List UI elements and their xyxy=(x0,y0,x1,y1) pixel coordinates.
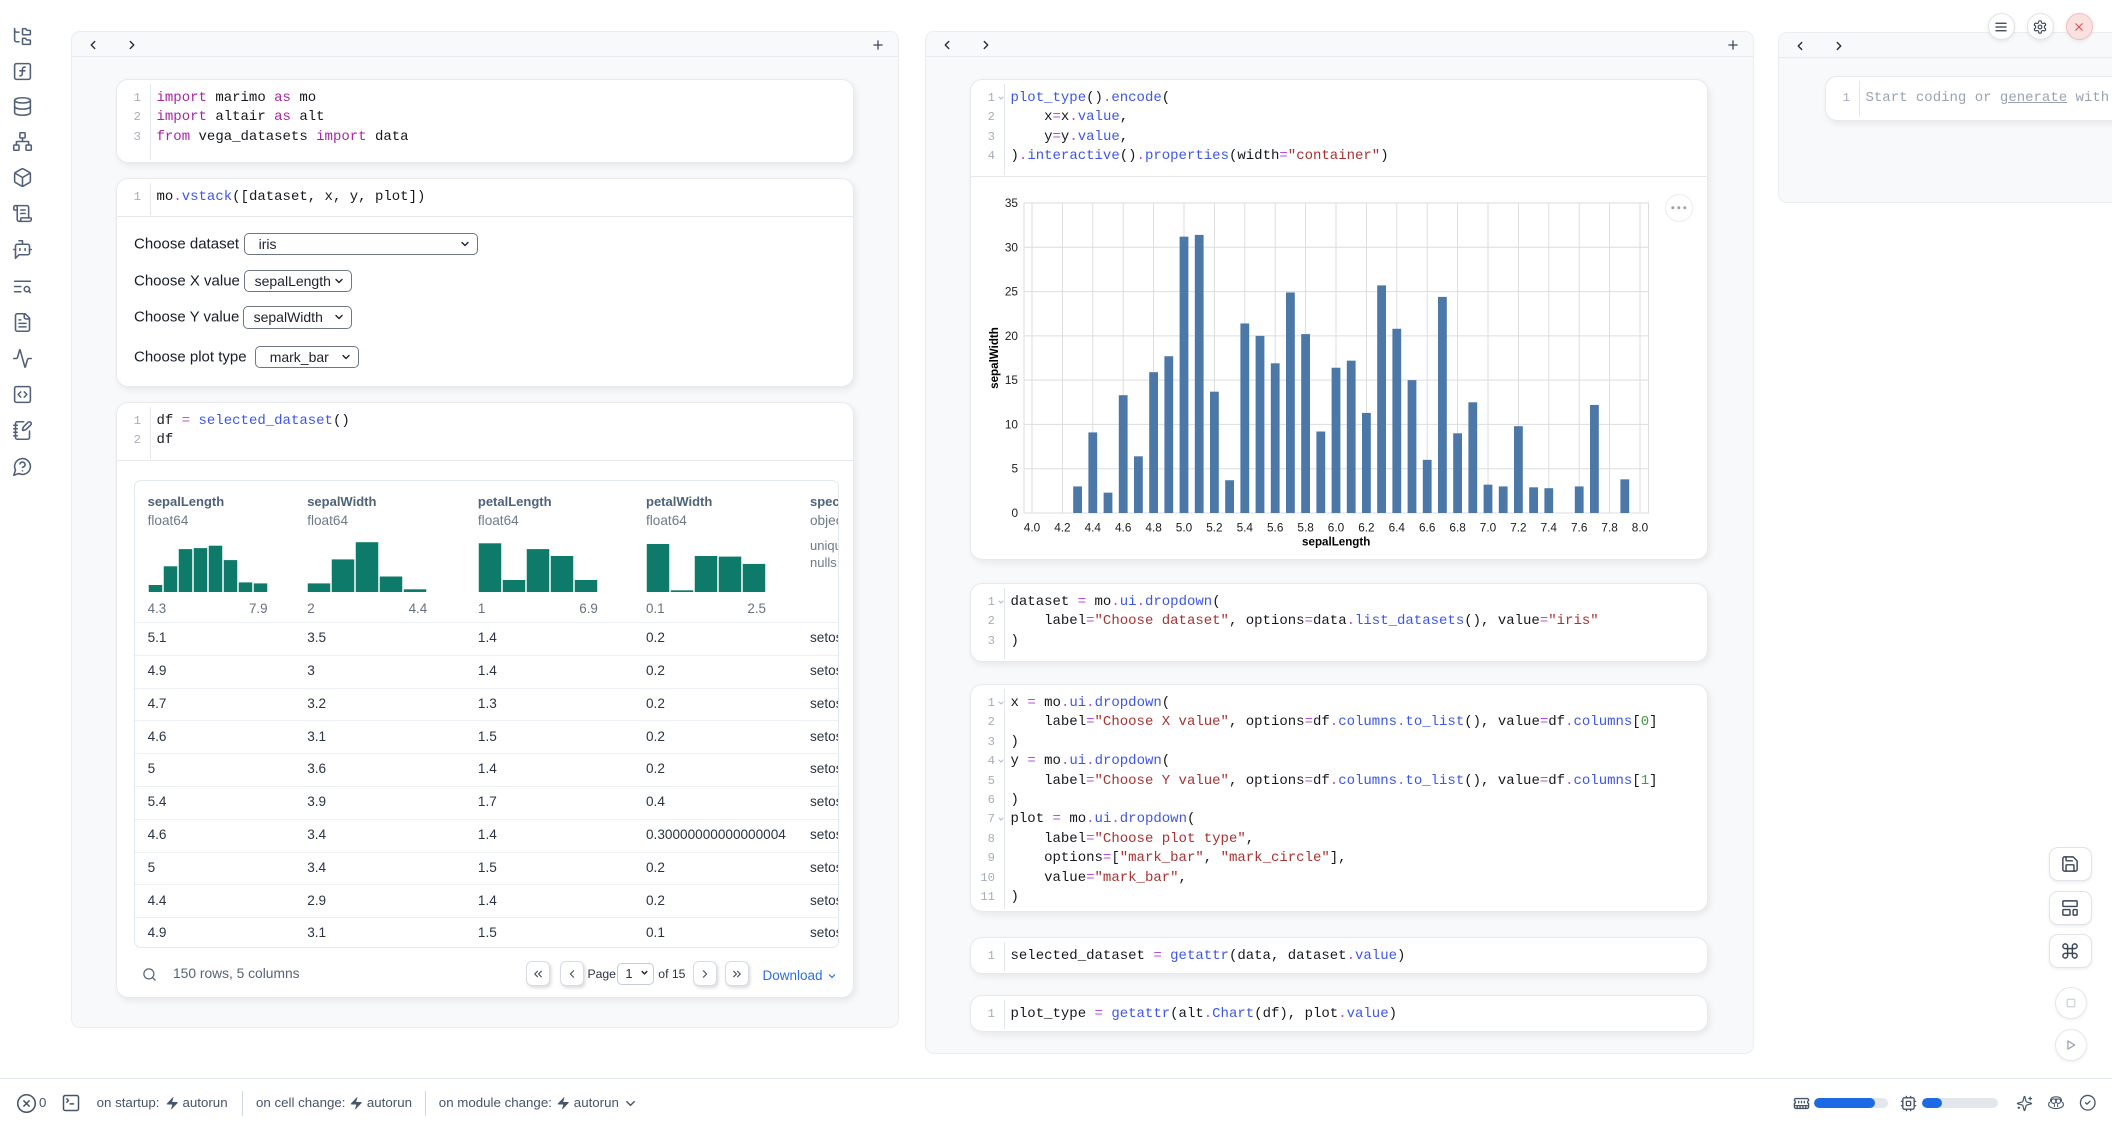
svg-text:4.4: 4.4 xyxy=(1085,520,1102,534)
svg-text:10: 10 xyxy=(1005,417,1019,431)
svg-text:30: 30 xyxy=(1005,240,1019,254)
svg-text:6.8: 6.8 xyxy=(1449,520,1466,534)
svg-text:7.2: 7.2 xyxy=(1510,520,1526,534)
svg-text:35: 35 xyxy=(1005,196,1019,210)
svg-text:5.6: 5.6 xyxy=(1267,520,1284,534)
svg-text:sepalLength: sepalLength xyxy=(1302,535,1370,548)
svg-text:sepalWidth: sepalWidth xyxy=(988,327,1001,389)
svg-text:4.0: 4.0 xyxy=(1024,520,1041,534)
svg-text:6.6: 6.6 xyxy=(1419,520,1436,534)
svg-text:5.8: 5.8 xyxy=(1297,520,1314,534)
svg-text:4.8: 4.8 xyxy=(1145,520,1162,534)
svg-text:5.4: 5.4 xyxy=(1237,520,1254,534)
svg-text:4.2: 4.2 xyxy=(1054,520,1070,534)
svg-text:5.2: 5.2 xyxy=(1206,520,1222,534)
svg-text:6.0: 6.0 xyxy=(1328,520,1345,534)
svg-text:8.0: 8.0 xyxy=(1632,520,1649,534)
svg-text:25: 25 xyxy=(1005,284,1019,298)
svg-text:6.4: 6.4 xyxy=(1389,520,1406,534)
svg-text:15: 15 xyxy=(1005,373,1019,387)
svg-text:4.6: 4.6 xyxy=(1115,520,1132,534)
svg-text:7.0: 7.0 xyxy=(1480,520,1497,534)
svg-text:6.2: 6.2 xyxy=(1358,520,1374,534)
svg-text:0: 0 xyxy=(1011,506,1018,520)
svg-text:5: 5 xyxy=(1011,461,1018,475)
svg-text:7.6: 7.6 xyxy=(1571,520,1588,534)
svg-text:20: 20 xyxy=(1005,328,1019,342)
svg-text:7.8: 7.8 xyxy=(1601,520,1618,534)
svg-text:5.0: 5.0 xyxy=(1176,520,1193,534)
svg-text:7.4: 7.4 xyxy=(1541,520,1558,534)
